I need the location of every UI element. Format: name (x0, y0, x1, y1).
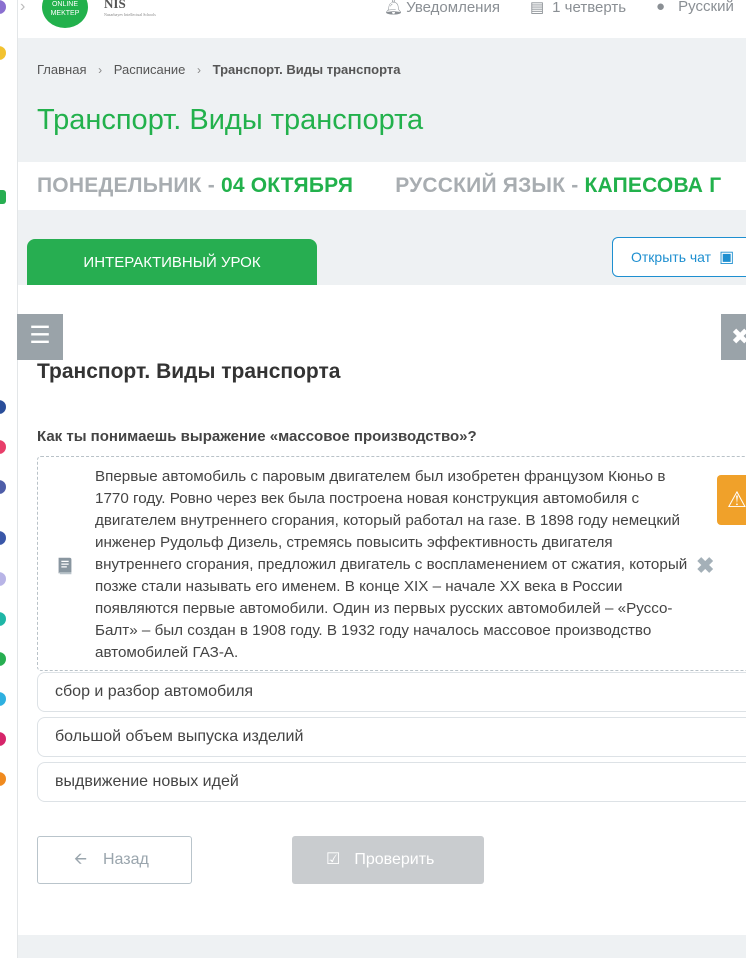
app-dot-icon[interactable] (0, 190, 6, 204)
quarter-selector[interactable]: ▤ 1 четверть (530, 0, 626, 16)
answer-option[interactable]: сбор и разбор автомобиля (37, 672, 746, 712)
app-dot-icon[interactable] (0, 531, 6, 545)
chevron-right-icon: › (98, 63, 103, 77)
notifications-link[interactable]: 🔔︎ Уведомления (384, 0, 500, 16)
breadcrumb: Главная › Расписание › Транспорт. Виды т… (37, 62, 401, 77)
online-mektep-logo[interactable]: ONLINE MEKTEP (42, 0, 88, 28)
close-panel-button[interactable]: ✖ (721, 314, 746, 360)
breadcrumb-schedule[interactable]: Расписание (114, 62, 186, 77)
app-dot-icon[interactable] (0, 572, 6, 586)
app-dot-icon[interactable] (0, 440, 6, 454)
check-button[interactable]: ☑ Проверить (292, 836, 484, 884)
close-icon[interactable]: ✖ (696, 553, 714, 579)
warning-icon: ⚠ (727, 487, 746, 512)
passage-text: Впервые автомобиль с паровым двигателем … (95, 468, 688, 661)
answer-option[interactable]: большой объем выпуска изделий (37, 717, 746, 757)
hamburger-icon: ☰ (29, 322, 51, 349)
book-icon (58, 557, 72, 575)
nis-logo: NIS Nazarbayev Intellectual Schools (104, 0, 156, 17)
app-dot-icon[interactable] (0, 652, 6, 666)
chat-icon: ▣ (719, 249, 735, 266)
arrow-left-icon: 🡨 (74, 851, 87, 868)
app-dot-icon[interactable] (0, 692, 6, 706)
list-icon: ▤ (530, 0, 545, 16)
breadcrumb-current: Транспорт. Виды транспорта (212, 62, 401, 77)
chevron-right-icon[interactable]: › (20, 0, 25, 16)
page-title: Транспорт. Виды транспорта (37, 104, 424, 136)
app-dot-icon[interactable] (0, 480, 6, 494)
bell-icon: 🔔︎ (384, 0, 404, 16)
app-dot-icon[interactable] (0, 400, 6, 414)
top-bar: › ONLINE MEKTEP NIS Nazarbayev Intellectu… (18, 0, 746, 38)
globe-icon: ● (656, 0, 666, 15)
date-label: 04 ОКТЯБРЯ (220, 174, 354, 197)
breadcrumb-home[interactable]: Главная (37, 62, 86, 77)
app-dot-icon[interactable] (0, 772, 6, 786)
tab-interactive-lesson[interactable]: ИНТЕРАКТИВНЫЙ УРОК (27, 239, 317, 285)
back-button[interactable]: 🡨 Назад (37, 836, 192, 884)
language-selector[interactable]: ● Русский (656, 0, 734, 15)
app-dot-icon[interactable] (0, 732, 6, 746)
menu-toggle-button[interactable]: ☰ (17, 314, 63, 360)
left-rail (0, 0, 18, 958)
app-dot-icon[interactable] (0, 46, 6, 60)
lesson-date-bar: ПОНЕДЕЛЬНИК - 04 ОКТЯБРЯ РУССКИЙ ЯЗЫК - … (18, 162, 746, 210)
answer-option[interactable]: выдвижение новых идей (37, 762, 746, 802)
app-dot-icon[interactable] (0, 0, 6, 14)
report-issue-button[interactable]: ⚠ (717, 475, 746, 525)
open-chat-button[interactable]: Открыть чат ▣ (612, 237, 746, 277)
reading-passage-box: Впервые автомобиль с паровым двигателем … (37, 456, 746, 671)
checkbox-icon: ☑ (326, 851, 341, 868)
day-label: ПОНЕДЕЛЬНИК - (37, 174, 221, 197)
chevron-right-icon: › (197, 63, 202, 77)
app-dot-icon[interactable] (0, 612, 6, 626)
question-text: Как ты понимаешь выражение «массовое про… (37, 428, 477, 445)
teacher-label: КАПЕСОВА Г (584, 174, 722, 197)
subject-label: РУССКИЙ ЯЗЫК - (395, 174, 585, 197)
lesson-title: Транспорт. Виды транспорта (37, 360, 341, 383)
close-icon: ✖ (731, 324, 746, 349)
